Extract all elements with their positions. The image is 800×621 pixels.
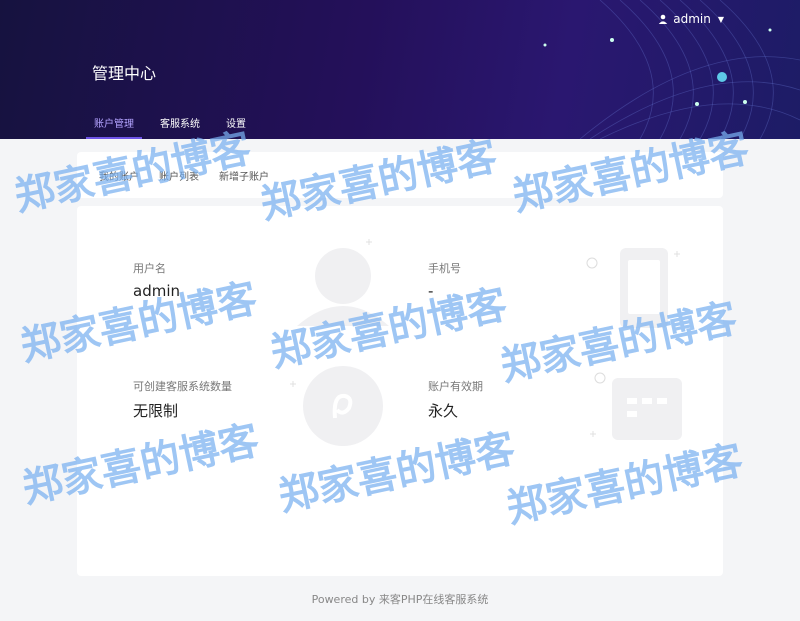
phone-value: - [428, 282, 434, 300]
footer-powered-by: Powered by 来客PHP在线客服系统 [311, 593, 489, 606]
user-name: admin [673, 12, 711, 26]
validity-label: 账户有效期 [428, 380, 483, 393]
top-nav: 账户管理 客服系统 设置 [86, 115, 264, 139]
miniprogram-icon [303, 366, 383, 446]
subnav-account-list[interactable]: 账户列表 [159, 168, 199, 183]
tab-customer-service[interactable]: 客服系统 [152, 115, 208, 139]
top-header: admin ▼ 管理中心 账户管理 客服系统 设置 [0, 0, 800, 139]
username-label: 用户名 [133, 262, 166, 275]
validity-value: 永久 [428, 402, 459, 420]
subnav-my-account[interactable]: 我的账户 [99, 168, 139, 183]
quota-label: 可创建客服系统数量 [133, 380, 232, 393]
subnav-add-subaccount[interactable]: 新增子账户 [219, 168, 269, 183]
person-icon [315, 248, 371, 304]
phone-field: 手机号 - [428, 260, 461, 300]
tab-account-management[interactable]: 账户管理 [86, 115, 142, 139]
quota-value: 无限制 [133, 402, 179, 420]
phone-label: 手机号 [428, 262, 461, 275]
user-icon [659, 14, 668, 24]
page-title: 管理中心 [92, 64, 157, 83]
validity-field: 账户有效期 永久 [428, 378, 483, 421]
calendar-icon [612, 378, 682, 440]
account-info-card: 用户名 admin 手机号 - 可创建客服系统数量 无限制 账户有效期 永久 [77, 206, 723, 576]
username-field: 用户名 admin [133, 260, 180, 300]
tab-settings[interactable]: 设置 [218, 115, 254, 139]
user-menu[interactable]: admin ▼ [658, 12, 724, 26]
subnav-card: 我的账户 账户列表 新增子账户 [77, 152, 723, 198]
quota-field: 可创建客服系统数量 无限制 [133, 378, 232, 421]
subnav: 我的账户 账户列表 新增子账户 [99, 168, 269, 183]
username-value: admin [133, 282, 180, 300]
chevron-down-icon: ▼ [717, 14, 724, 24]
